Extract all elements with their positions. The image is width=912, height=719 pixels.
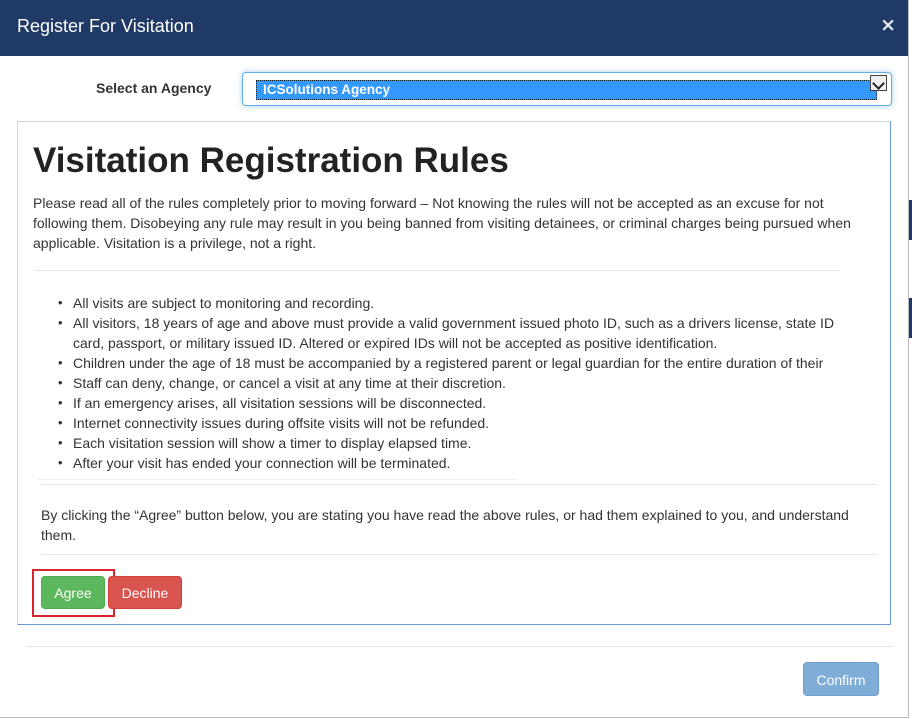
rule-item: After your visit has ended your connecti… bbox=[58, 453, 858, 473]
rule-text: Children under the age of 18 must be acc… bbox=[73, 355, 824, 371]
agreement-statement: By clicking the “Agree” button below, yo… bbox=[41, 507, 849, 543]
rule-item: Internet connectivity issues during offs… bbox=[58, 413, 858, 433]
rule-item: All visitors, 18 years of age and above … bbox=[58, 313, 858, 353]
rule-text: All visitors, 18 years of age and above … bbox=[73, 315, 835, 351]
modal-header: Register For Visitation × bbox=[0, 0, 908, 56]
modal-title: Register For Visitation bbox=[17, 16, 194, 36]
rule-text: Each visitation session will show a time… bbox=[73, 435, 472, 451]
rule-item: Children under the age of 18 must be acc… bbox=[58, 353, 858, 373]
agency-selected-value: ICSolutions Agency bbox=[263, 82, 391, 97]
rule-text: All visits are subject to monitoring and… bbox=[73, 295, 375, 311]
close-icon[interactable]: × bbox=[880, 14, 896, 36]
divider bbox=[41, 484, 877, 485]
rule-text: Staff can deny, change, or cancel a visi… bbox=[73, 375, 506, 391]
decline-button[interactable]: Decline bbox=[108, 576, 182, 609]
confirm-button[interactable]: Confirm bbox=[803, 662, 879, 696]
agency-label: Select an Agency bbox=[96, 80, 212, 96]
rules-panel: Visitation Registration Rules Please rea… bbox=[17, 121, 891, 625]
chevron-down-icon[interactable] bbox=[870, 75, 887, 91]
rule-item: Staff can deny, change, or cancel a visi… bbox=[58, 373, 858, 393]
rule-item: All visits are subject to monitoring and… bbox=[58, 293, 858, 313]
agree-button[interactable]: Agree bbox=[41, 576, 105, 609]
rules-title: Visitation Registration Rules bbox=[33, 141, 509, 180]
rule-item: If an emergency arises, all visitation s… bbox=[58, 393, 858, 413]
rule-item: Each visitation session will show a time… bbox=[58, 433, 858, 453]
footer-divider bbox=[26, 646, 893, 647]
rules-intro: Please read all of the rules completely … bbox=[33, 195, 851, 251]
rule-text: If an emergency arises, all visitation s… bbox=[73, 395, 487, 411]
agency-select-value-box[interactable]: ICSolutions Agency bbox=[256, 80, 877, 100]
rule-text: After your visit has ended your connecti… bbox=[73, 455, 451, 471]
divider bbox=[35, 270, 840, 271]
divider bbox=[38, 479, 518, 480]
divider bbox=[41, 554, 877, 555]
rule-text: Internet connectivity issues during offs… bbox=[73, 415, 490, 431]
register-visitation-modal: Register For Visitation × Select an Agen… bbox=[0, 0, 909, 718]
agency-select[interactable]: ICSolutions Agency bbox=[242, 72, 892, 106]
rules-list: All visits are subject to monitoring and… bbox=[58, 293, 858, 473]
